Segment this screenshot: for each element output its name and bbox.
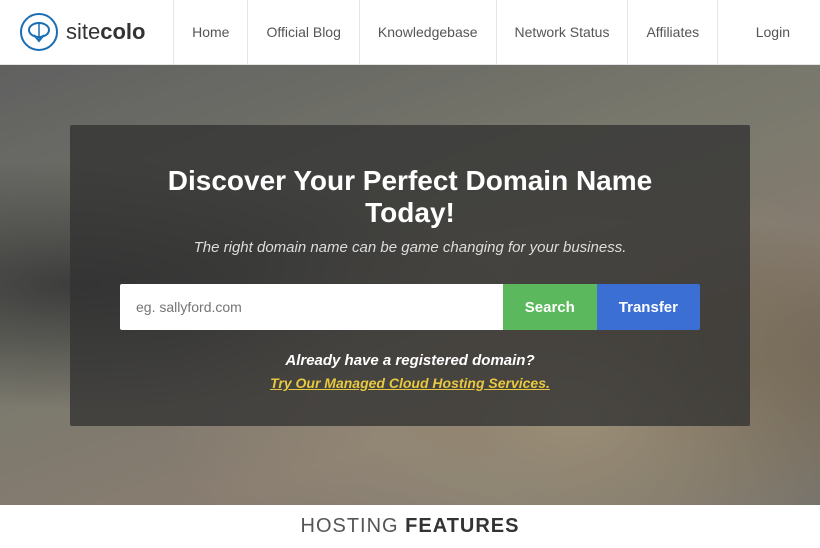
- nav-knowledgebase[interactable]: Knowledgebase: [360, 0, 497, 65]
- search-button[interactable]: Search: [503, 284, 597, 330]
- login-button[interactable]: Login: [746, 24, 800, 40]
- nav-affiliates[interactable]: Affiliates: [628, 0, 718, 65]
- hero-section: Discover Your Perfect Domain Name Today!…: [0, 65, 820, 505]
- hero-title: Discover Your Perfect Domain Name Today!: [120, 165, 700, 229]
- domain-search-row: Search Transfer: [120, 284, 700, 330]
- registered-domain-text: Already have a registered domain?: [120, 352, 700, 369]
- hosting-features-label: HOSTING FEATURES: [301, 515, 520, 538]
- nav-home[interactable]: Home: [173, 0, 248, 65]
- nav-network-status[interactable]: Network Status: [497, 0, 629, 65]
- bottom-strip: HOSTING FEATURES: [0, 505, 820, 548]
- logo[interactable]: sitecolo: [20, 13, 145, 51]
- logo-icon: [20, 13, 58, 51]
- logo-text: sitecolo: [66, 19, 145, 45]
- header: sitecolo Home Official Blog Knowledgebas…: [0, 0, 820, 65]
- domain-search-input[interactable]: [120, 284, 503, 330]
- main-nav: Home Official Blog Knowledgebase Network…: [173, 0, 718, 65]
- hero-content-box: Discover Your Perfect Domain Name Today!…: [70, 125, 750, 426]
- managed-hosting-link[interactable]: Try Our Managed Cloud Hosting Services.: [120, 375, 700, 391]
- transfer-button[interactable]: Transfer: [597, 284, 700, 330]
- nav-official-blog[interactable]: Official Blog: [248, 0, 359, 65]
- hero-subtitle: The right domain name can be game changi…: [120, 239, 700, 256]
